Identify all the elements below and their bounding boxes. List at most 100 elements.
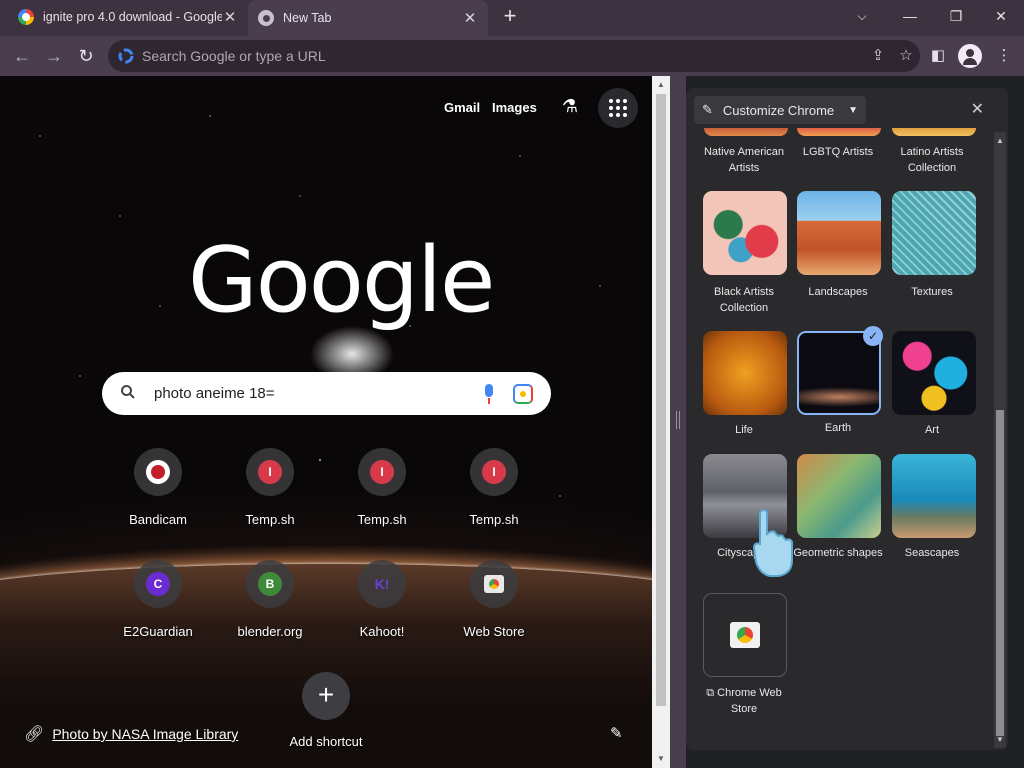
photo-credit-text: Photo by NASA Image Library (52, 726, 239, 742)
restore-button[interactable]: ❐ (940, 4, 972, 28)
shortcut-label: E2Guardian (123, 624, 193, 639)
category-label: Landscapes (808, 286, 868, 298)
category-thumbnail[interactable] (704, 128, 788, 136)
bookmark-star-icon[interactable]: ☆ (892, 42, 920, 70)
labs-flask-icon[interactable]: ⚗ (558, 96, 582, 120)
category-label: LGBTQ Artists (802, 146, 874, 158)
category-thumbnail[interactable] (703, 331, 787, 415)
category-thumbnail[interactable] (892, 331, 976, 415)
tab-search-icon[interactable]: ⌵ (846, 4, 878, 28)
shortcut-label: Temp.sh (245, 512, 295, 527)
images-link[interactable]: Images (492, 100, 537, 115)
shortcut-label: Temp.sh (469, 512, 519, 527)
reload-icon[interactable]: ↻ (74, 44, 98, 68)
shortcut-tile[interactable]: C E2Guardian (102, 560, 214, 672)
dropdown-caret-icon: ▼ (848, 104, 859, 116)
search-query[interactable]: photo aneime 18= (154, 385, 477, 402)
photo-credit-link[interactable]: 🔗︎ Photo by NASA Image Library (24, 724, 238, 744)
shortcut-tile[interactable]: B blender.org (214, 560, 326, 672)
shortcut-label: Temp.sh (357, 512, 407, 527)
tab-title: New Tab (283, 11, 332, 25)
chrome-favicon-icon (258, 10, 274, 26)
category-thumbnail[interactable] (892, 191, 976, 275)
side-panel-resize-handle[interactable] (670, 76, 686, 768)
tab-close-icon[interactable]: ✕ (462, 10, 478, 27)
shortcut-tile[interactable]: I Temp.sh (438, 448, 550, 560)
side-panel-title: Customize Chrome (722, 102, 835, 118)
shortcut-tile[interactable]: I Temp.sh (214, 448, 326, 560)
category-label: Art (924, 424, 940, 436)
shortcut-tile[interactable]: Bandicam (102, 448, 214, 560)
category-thumbnail[interactable] (797, 191, 881, 275)
category-label: Black Artists Collection (714, 286, 774, 314)
category-label: Earth (824, 422, 852, 434)
shortcut-label: Web Store (463, 624, 525, 639)
plus-icon: + (302, 672, 350, 720)
search-icon (120, 384, 140, 404)
toolbar: ← → ↻ Search Google or type a URL ⇪ ☆ ◧ … (0, 36, 1024, 76)
category-label: Life (735, 424, 753, 436)
category-thumbnail[interactable] (703, 191, 787, 275)
customize-chrome-panel: ✎ Customize Chrome ▼ ✕ Native American A… (686, 88, 1008, 750)
e2guardian-icon: C (146, 572, 170, 596)
tab-close-icon[interactable]: ✕ (222, 9, 238, 26)
shortcut-label: Kahoot! (359, 624, 405, 639)
add-shortcut-label: Add shortcut (289, 734, 363, 749)
category-label: Textures (911, 286, 953, 298)
add-shortcut-button[interactable]: + Add shortcut (270, 672, 382, 768)
category-thumbnail[interactable] (797, 454, 881, 538)
close-panel-icon[interactable]: ✕ (971, 99, 984, 119)
scrollbar-thumb[interactable] (656, 94, 666, 706)
bandicam-icon (146, 460, 170, 484)
temp-sh-icon: I (370, 460, 394, 484)
link-icon: 🔗︎ (24, 726, 45, 743)
tab-new-tab[interactable]: New Tab ✕ (248, 0, 488, 36)
new-tab-button[interactable]: + (498, 5, 522, 29)
temp-sh-icon: I (258, 460, 282, 484)
chrome-web-store-tile[interactable] (703, 593, 787, 677)
scroll-down-arrow-icon[interactable]: ▼ (996, 735, 1004, 744)
google-apps-icon[interactable] (598, 88, 638, 128)
close-window-button[interactable]: ✕ (985, 4, 1017, 28)
web-store-icon (484, 575, 504, 593)
tab-title: ignite pro 4.0 download - Google (43, 10, 222, 24)
kahoot-icon: K! (374, 576, 390, 592)
shortcut-tile[interactable]: K! Kahoot! (326, 560, 438, 672)
customize-pencil-icon[interactable]: ✎ (610, 724, 623, 742)
menu-kebab-icon[interactable]: ⋮ (992, 44, 1016, 68)
category-label: Native American Artists (703, 146, 785, 174)
minimize-button[interactable]: — (894, 4, 926, 28)
side-panel-selector[interactable]: ✎ Customize Chrome ▼ (694, 96, 867, 124)
scroll-up-arrow-icon[interactable]: ▲ (996, 136, 1004, 145)
category-label: Latino Artists Collection (900, 146, 964, 174)
voice-search-mic-icon[interactable] (477, 382, 501, 406)
forward-arrow-icon[interactable]: → (42, 44, 66, 68)
category-thumbnail[interactable] (892, 128, 976, 136)
category-thumbnail[interactable] (892, 454, 976, 538)
google-lens-icon[interactable] (513, 383, 533, 404)
side-panel-header: ✎ Customize Chrome ▼ ✕ (694, 96, 994, 124)
gmail-link[interactable]: Gmail (444, 100, 480, 115)
google-logo: Google (188, 228, 495, 333)
shortcut-tile[interactable]: I Temp.sh (326, 448, 438, 560)
shortcut-tile[interactable]: Web Store (438, 560, 550, 672)
share-icon[interactable]: ⇪ (864, 42, 892, 70)
external-link-icon: ⧉ (706, 687, 718, 699)
blender-icon: B (258, 572, 282, 596)
scroll-up-arrow-icon[interactable]: ▲ (656, 80, 666, 90)
category-thumbnail[interactable] (797, 128, 881, 136)
temp-sh-icon: I (482, 460, 506, 484)
tab-ignite-search[interactable]: ignite pro 4.0 download - Google ✕ (8, 0, 248, 34)
hand-pointer-cursor-icon (752, 509, 793, 577)
scroll-down-arrow-icon[interactable]: ▼ (656, 754, 666, 764)
profile-avatar-icon[interactable] (958, 44, 982, 68)
panel-scrollbar-thumb[interactable] (996, 410, 1004, 736)
back-arrow-icon[interactable]: ← (10, 44, 34, 68)
page-scrollbar[interactable]: ▲ ▼ (652, 76, 670, 768)
pencil-icon: ✎ (702, 102, 713, 117)
search-box[interactable]: photo aneime 18= (102, 372, 551, 415)
side-panel-icon[interactable]: ◧ (926, 44, 950, 68)
panel-scrollbar[interactable]: ▲ ▼ (994, 132, 1006, 748)
address-bar[interactable]: Search Google or type a URL ⇪ ☆ (108, 40, 920, 72)
google-g-icon (118, 48, 134, 64)
